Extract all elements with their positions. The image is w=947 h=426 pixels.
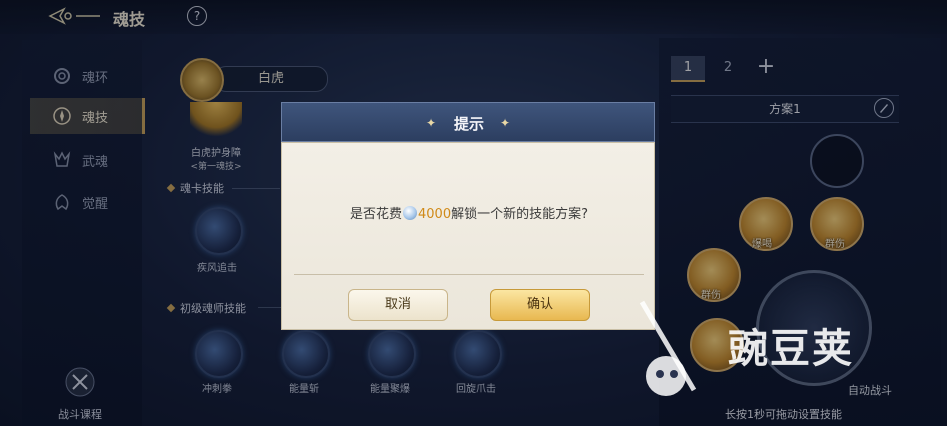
dialog-message-post: 解锁一个新的技能方案? [451, 207, 588, 222]
watermark: 豌豆荚 [636, 298, 936, 408]
diamond-coin-icon [403, 206, 417, 220]
dialog-body: 是否花费 4000解锁一个新的技能方案? 取消 确认 [281, 142, 655, 330]
unlock-scheme-dialog: ✦ 提示 ✦ 是否花费 4000解锁一个新的技能方案? 取消 确认 [281, 102, 655, 330]
dialog-divider [294, 274, 644, 275]
dialog-message-pre: 是否花费 [349, 207, 402, 222]
watermark-text: 豌豆荚 [728, 326, 854, 372]
dialog-header: ✦ 提示 ✦ [281, 102, 655, 142]
confirm-button[interactable]: 确认 [490, 289, 590, 321]
dialog-message: 是否花费 4000解锁一个新的技能方案? [282, 203, 656, 222]
sparkle-icon: ✦ [500, 116, 511, 130]
dialog-cost: 4000 [418, 207, 452, 222]
pea-logo-icon [639, 300, 697, 396]
dialog-title: 提示 [453, 115, 484, 133]
cancel-button[interactable]: 取消 [348, 289, 448, 321]
